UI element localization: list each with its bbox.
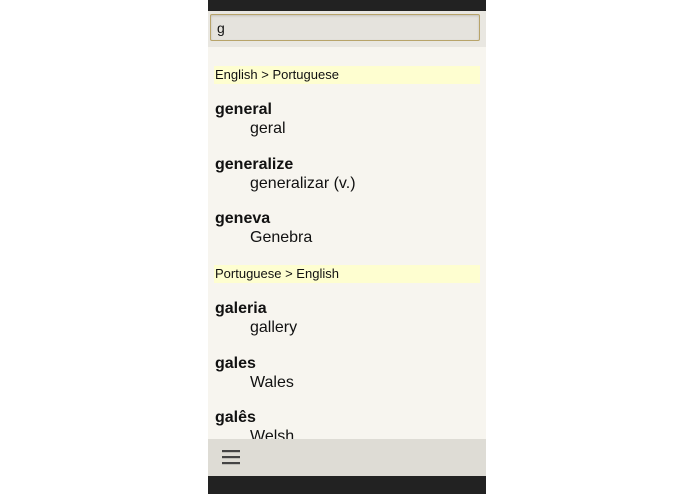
entry-translation: Welsh <box>250 428 295 439</box>
entry-translation: Genebra <box>250 229 313 246</box>
entry-term: geneva <box>215 210 271 227</box>
results-list: English > Portuguese general geral gener… <box>208 47 486 439</box>
app-window: English > Portuguese general geral gener… <box>208 0 486 494</box>
entry-term: gales <box>215 355 256 372</box>
entry-translation: geral <box>250 120 286 137</box>
list-item[interactable]: geneva Genebra <box>215 209 479 247</box>
bottom-toolbar <box>208 439 486 476</box>
hamburger-menu-icon <box>222 450 240 465</box>
system-nav-bar <box>208 476 486 494</box>
list-item[interactable]: general geral <box>215 100 479 138</box>
entry-translation: gallery <box>250 319 298 336</box>
menu-button[interactable] <box>220 447 242 467</box>
section-header-english-portuguese: English > Portuguese <box>214 66 480 84</box>
status-bar <box>208 0 486 11</box>
entry-term: generalize <box>215 156 294 173</box>
section-header-portuguese-english: Portuguese > English <box>214 265 480 283</box>
list-item[interactable]: galês Welsh <box>215 408 479 439</box>
list-item[interactable]: generalize generalizar (v.) <box>215 155 479 193</box>
search-input[interactable] <box>210 14 480 41</box>
entry-term: galês <box>215 409 256 426</box>
entry-translation: Wales <box>250 374 294 391</box>
search-bar <box>208 11 486 47</box>
list-item[interactable]: gales Wales <box>215 354 479 392</box>
entry-term: general <box>215 101 272 118</box>
list-item[interactable]: galeria gallery <box>215 299 479 337</box>
entry-term: galeria <box>215 300 267 317</box>
entry-translation: generalizar (v.) <box>250 175 356 192</box>
